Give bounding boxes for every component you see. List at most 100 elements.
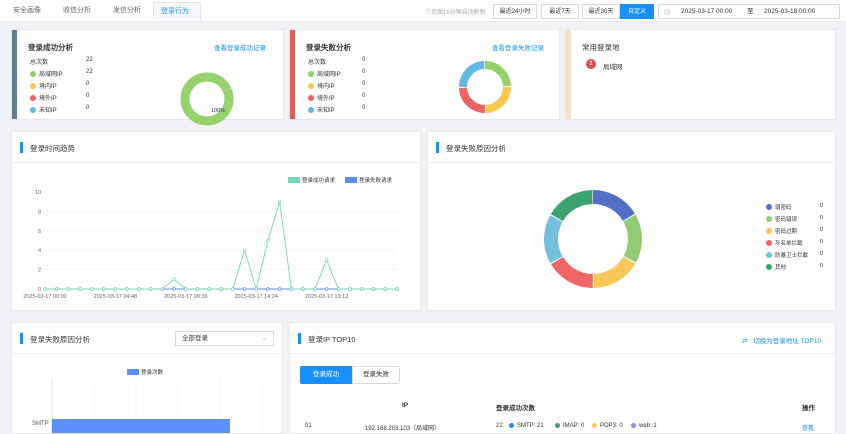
reason-label: 防暴卫士拦截 <box>775 253 809 259</box>
switch-to-address-link[interactable]: ⇄ 切换为登录地址 TOP10 <box>742 335 821 345</box>
tab-login-behavior[interactable]: 登录行为 <box>153 2 201 20</box>
stat-total-label: 总次数 <box>30 60 49 66</box>
legend-login-count[interactable]: 登录次数 <box>127 368 163 376</box>
reason-legend-item[interactable]: 灰名单拦截 0 <box>766 239 826 247</box>
reason-value: 0 <box>820 263 824 269</box>
ip-top10-card: 登录IP TOP10 ⇄ 切换为登录地址 TOP10 登录成功 登录失败 IP … <box>289 322 836 434</box>
success-donut-ring <box>180 72 234 126</box>
swap-icon: ⇄ <box>742 338 748 345</box>
row-imap: IMAP: 0 <box>555 423 584 429</box>
legend-login-count-swatch <box>127 369 139 375</box>
col-header-ip: IP <box>402 402 409 409</box>
clock-icon: ◷ <box>664 9 671 16</box>
range-30d-button[interactable]: 最近30天 <box>582 4 620 19</box>
lan-dot-icon <box>308 71 314 77</box>
data-point <box>242 248 247 252</box>
card-accent-bar <box>12 30 17 119</box>
data-point <box>184 287 188 291</box>
fail-reason-title: 登录失败原因分析 <box>446 144 506 153</box>
fail-donut-chart <box>459 61 511 113</box>
stat-total-value: 22 <box>86 57 93 63</box>
tab-login-success[interactable]: 登录成功 <box>300 366 352 384</box>
fail-reason-bar-card: 登录失败原因分析 全部登录 ⌄ 登录次数 SMTP <box>11 322 283 434</box>
data-point <box>78 287 82 291</box>
data-point <box>101 287 106 291</box>
pop3-dot-icon <box>592 423 597 428</box>
stat-unknown-label: 未知IP <box>308 105 335 114</box>
reason-value: 0 <box>820 239 824 245</box>
data-point <box>395 287 399 291</box>
range-7d-button[interactable]: 最近7天 <box>541 4 579 19</box>
stat-overseas-value: 0 <box>86 93 90 99</box>
reason-label: 密码错误 <box>775 217 798 223</box>
reason-legend-item[interactable]: 防暴卫士拦截 0 <box>766 251 826 259</box>
reason-legend-item[interactable]: 弱密码 0 <box>766 203 826 211</box>
stat-lan-label: 局域网IP <box>308 69 341 78</box>
stat-lan-value: 0 <box>362 69 366 75</box>
unknown-dot-icon <box>308 107 314 113</box>
y-tick-label: 2 <box>38 268 41 274</box>
data-point <box>43 287 47 291</box>
login-trend-card: 登录时间趋势 登录成功请求 登录失败请求 0 2 4 6 8 10 2025-03-17 0… <box>11 131 421 311</box>
tab-receive-analysis[interactable]: 收信分析 <box>56 2 98 20</box>
common-location-card: 常用登录地 1 局域网 <box>565 29 836 120</box>
section-header: 登录时间趋势 <box>12 132 420 163</box>
smtp-bar-label: SMTP <box>32 421 49 427</box>
x-tick-label: 2025-03-17 14:24 <box>234 294 277 300</box>
stat-overseas-label: 境外IP <box>30 93 57 102</box>
stat-lan-label: 局域网IP <box>30 69 63 78</box>
col-header-action: 操作 <box>802 405 815 412</box>
reason-legend-item[interactable]: 密码错误 0 <box>766 215 826 223</box>
stat-domestic-label: 境内IP <box>30 81 57 90</box>
common-location-name: 局域网 <box>603 64 623 71</box>
domestic-dot-icon <box>308 83 314 89</box>
reason-legend-item[interactable]: 密码过期 0 <box>766 227 826 235</box>
x-tick-label: 2025-03-17 00:00 <box>23 294 66 300</box>
legend-dot-icon <box>766 204 772 210</box>
trend-line-chart: 0 2 4 6 8 10 2025-03-17 00:00 2025-03-17 04:48 2… <box>23 190 399 300</box>
trend-title: 登录时间趋势 <box>30 144 75 153</box>
data-point <box>324 287 329 291</box>
reason-label: 灰名单拦截 <box>775 241 803 247</box>
stat-domestic-label: 境内IP <box>308 81 335 90</box>
data-point <box>148 287 153 291</box>
tab-login-fail[interactable]: 登录失败 <box>352 366 400 384</box>
smtp-dot-icon <box>509 423 514 428</box>
fail-reason-card: 登录失败原因分析 弱密码 0 密码错误 0 密码过期 0 灰名单拦截 0 防暴卫士拦截 0 其他 0 <box>427 131 836 311</box>
data-point <box>160 287 165 291</box>
date-range-picker[interactable]: ◷ 2025-03-17 00:00 至 2025-03-18 00:00 <box>658 4 840 19</box>
legend-dot-icon <box>766 252 772 258</box>
login-type-select[interactable]: 全部登录 ⌄ <box>175 331 274 346</box>
data-point <box>137 287 141 291</box>
reason-value: 0 <box>820 215 824 221</box>
unknown-dot-icon <box>30 107 36 113</box>
data-point <box>172 277 176 282</box>
date-end: 2025-03-18 00:00 <box>764 8 816 15</box>
tab-security-profile[interactable]: 安全画像 <box>6 2 48 20</box>
date-separator: 至 <box>747 8 754 15</box>
web-dot-icon <box>631 423 636 428</box>
legend-fail[interactable]: 登录失败请求 <box>345 176 392 184</box>
stat-total-label: 总次数 <box>308 60 327 66</box>
reason-label: 弱密码 <box>775 205 792 211</box>
range-24h-button[interactable]: 最近24小时 <box>493 4 537 19</box>
top-bar: 安全画像 收信分析 发信分析 登录行为 ①页面15分钟自动刷新 最近24小时 最… <box>0 0 846 22</box>
view-fail-records-link[interactable]: 查看登录失败记录 <box>492 42 544 52</box>
card-accent-bar <box>290 30 295 119</box>
row-view-link[interactable]: 查看 <box>802 423 814 432</box>
series-line <box>45 201 397 291</box>
card-accent-bar <box>566 30 571 119</box>
reason-legend-item[interactable]: 其他 0 <box>766 263 826 271</box>
legend-success[interactable]: 登录成功请求 <box>288 176 335 184</box>
data-point <box>66 287 71 291</box>
y-tick-label: 10 <box>35 190 41 196</box>
rank-badge-icon: 1 <box>586 59 596 69</box>
view-success-records-link[interactable]: 查看登录成功记录 <box>214 42 266 52</box>
data-point <box>242 287 247 291</box>
tab-send-analysis[interactable]: 发信分析 <box>106 2 148 20</box>
fail-reason-bar-chart <box>51 379 263 433</box>
data-point <box>371 287 376 291</box>
data-point <box>219 287 223 291</box>
range-custom-button[interactable]: 自定义 <box>620 4 654 19</box>
row-rank: 01 <box>305 423 312 429</box>
